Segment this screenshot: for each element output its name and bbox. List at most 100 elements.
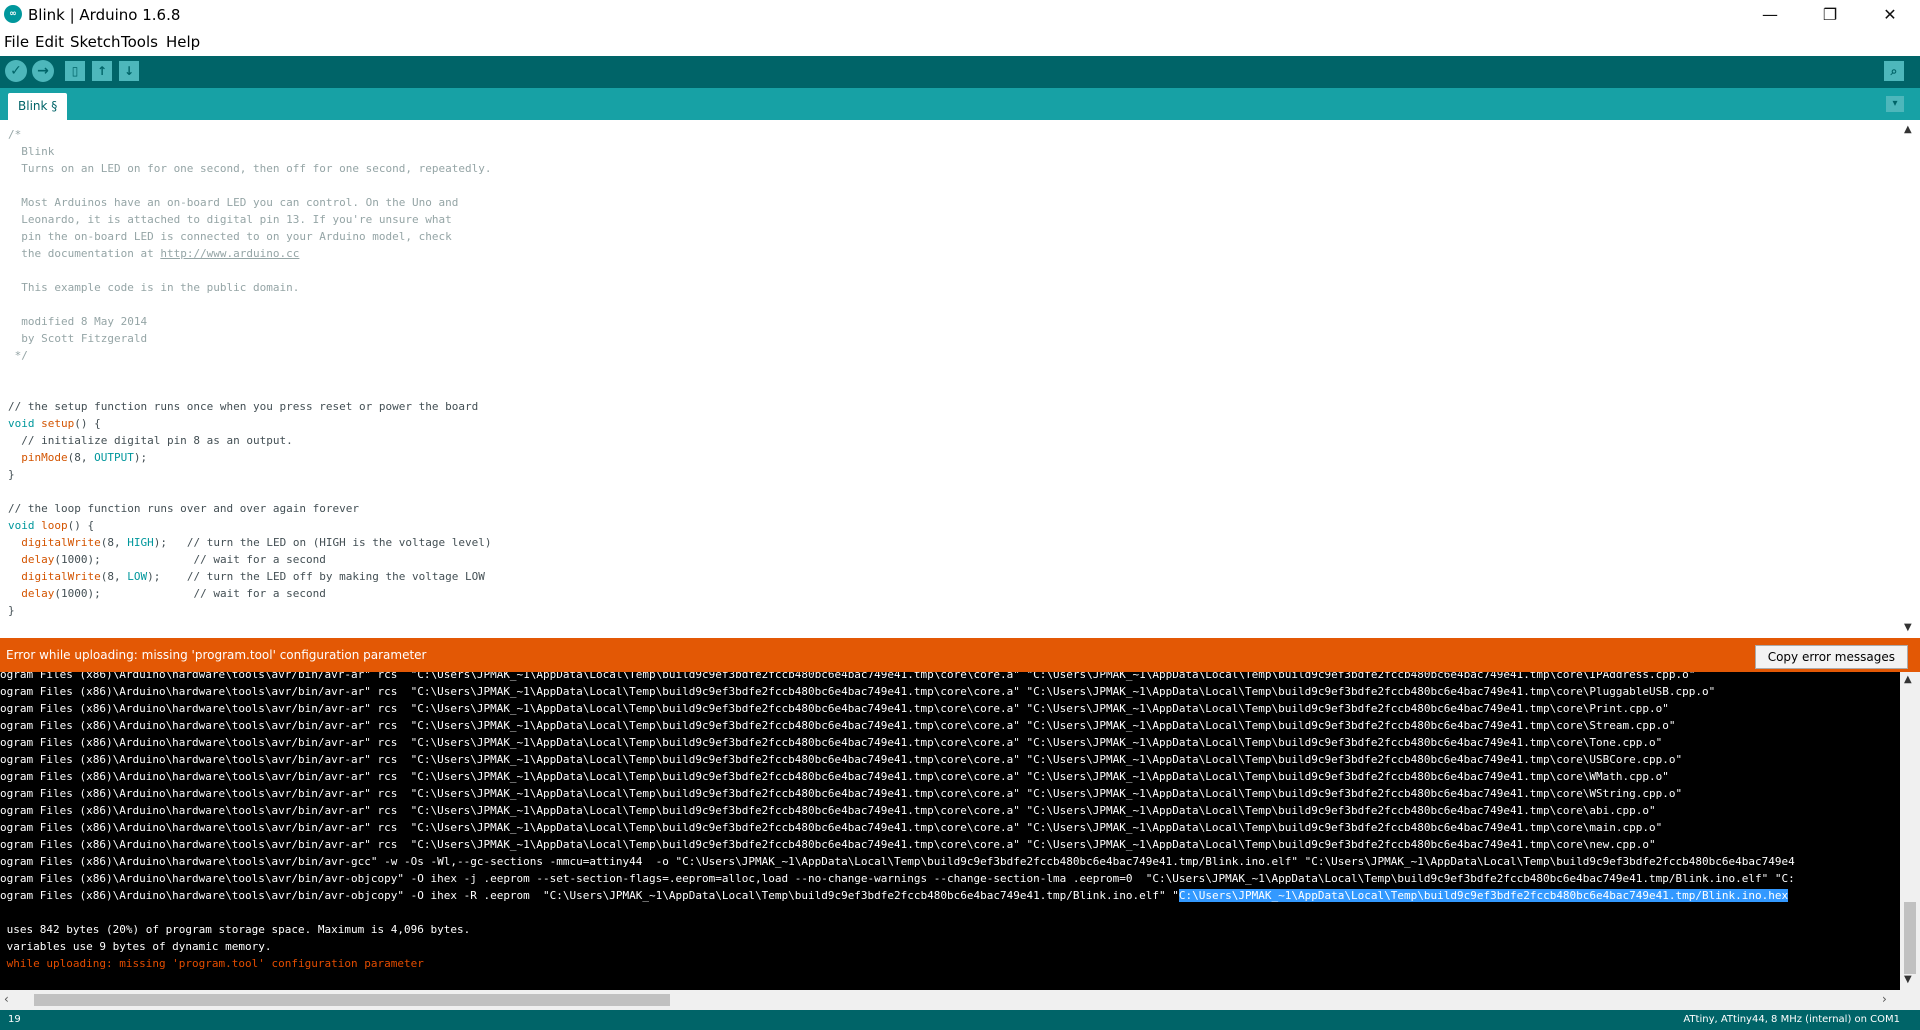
error-bar: Error while uploading: missing 'program.…: [0, 638, 1920, 672]
board-info: ATtiny, ATtiny44, 8 MHz (internal) on CO…: [1683, 1014, 1900, 1025]
menu-file[interactable]: File: [4, 33, 29, 51]
code-token: setup: [41, 417, 75, 430]
console-text: ogram Files (x86)\Arduino\hardware\tools…: [0, 770, 1669, 783]
console-line: ogram Files (x86)\Arduino\hardware\tools…: [0, 751, 1682, 768]
tab-menu-icon[interactable]: ▾: [1886, 96, 1904, 112]
code-token: void: [8, 519, 35, 532]
code-text: Most Arduinos have an on-board LED you c…: [8, 196, 459, 209]
code-token: delay: [21, 553, 55, 566]
console-line: ogram Files (x86)\Arduino\hardware\tools…: [0, 785, 1682, 802]
menu-help[interactable]: Help: [166, 33, 200, 51]
code-text: Leonardo, it is attached to digital pin …: [8, 213, 452, 226]
menu-sketch[interactable]: Sketch: [70, 33, 121, 51]
code-token: );: [153, 536, 187, 549]
code-line: */: [8, 347, 28, 364]
arduino-logo-icon: ∞: [4, 5, 22, 23]
maximize-button[interactable]: ❐: [1800, 0, 1860, 30]
console-line: uses 842 bytes (20%) of program storage …: [0, 921, 471, 938]
code-token: delay: [21, 587, 55, 600]
console-line: ogram Files (x86)\Arduino\hardware\tools…: [0, 836, 1656, 853]
horizontal-scroll-thumb[interactable]: [34, 994, 670, 1006]
console-line: ogram Files (x86)\Arduino\hardware\tools…: [0, 734, 1662, 751]
code-link[interactable]: http://www.arduino.cc: [160, 247, 299, 260]
close-button[interactable]: ✕: [1860, 0, 1920, 30]
code-text: This example code is in the public domai…: [8, 281, 300, 294]
code-line: }: [8, 466, 15, 483]
tab-blink[interactable]: Blink §: [8, 93, 68, 120]
editor-scrollbar[interactable]: ▲ ▼: [1900, 120, 1920, 638]
scroll-right-icon[interactable]: ›: [1882, 992, 1887, 1006]
code-line: digitalWrite(8, LOW); // turn the LED of…: [8, 568, 485, 585]
console-line: ogram Files (x86)\Arduino\hardware\tools…: [0, 768, 1669, 785]
code-token: () {: [67, 519, 95, 532]
console-scroll-thumb[interactable]: [1904, 902, 1916, 974]
console-text: variables use 9 bytes of dynamic memory.: [0, 940, 272, 953]
code-line: /*: [8, 126, 21, 143]
code-token: (8,: [100, 570, 128, 583]
code-token: );: [147, 570, 187, 583]
new-sketch-button[interactable]: ▯: [65, 61, 85, 81]
code-token: digitalWrite: [21, 536, 101, 549]
open-sketch-button[interactable]: ↑: [92, 61, 112, 81]
code-token: (1000);: [54, 587, 194, 600]
code-text: // the setup function runs once when you…: [8, 400, 479, 413]
console-text: while uploading: missing 'program.tool' …: [0, 957, 424, 970]
code-token: // turn the LED on (HIGH is the voltage …: [186, 536, 492, 549]
code-token: (8,: [67, 451, 95, 464]
code-text: /*: [8, 128, 22, 141]
code-token: loop: [41, 519, 68, 532]
code-token: OUTPUT: [94, 451, 134, 464]
scroll-left-icon[interactable]: ‹: [4, 992, 9, 1006]
upload-button[interactable]: →: [32, 60, 54, 82]
code-token: );: [133, 451, 148, 464]
menu-tools[interactable]: Tools: [121, 33, 158, 51]
code-text: // the loop function runs over and over …: [8, 502, 359, 515]
scroll-up-icon[interactable]: ▲: [1904, 124, 1912, 135]
menu-edit[interactable]: Edit: [35, 33, 64, 51]
console-text: uses 842 bytes (20%) of program storage …: [0, 923, 471, 936]
code-text: }: [8, 604, 15, 617]
code-editor[interactable]: /* Blink Turns on an LED on for one seco…: [0, 120, 1900, 638]
scroll-down-icon[interactable]: ▼: [1904, 622, 1912, 633]
console-text: ogram Files (x86)\Arduino\hardware\tools…: [0, 889, 1179, 902]
code-token: digitalWrite: [21, 570, 101, 583]
code-line: by Scott Fitzgerald: [8, 330, 147, 347]
console-output[interactable]: ogram Files (x86)\Arduino\hardware\tools…: [0, 672, 1900, 990]
code-line: delay(1000); // wait for a second: [8, 551, 326, 568]
console-text: ogram Files (x86)\Arduino\hardware\tools…: [0, 753, 1683, 766]
console-text: ogram Files (x86)\Arduino\hardware\tools…: [0, 672, 1696, 681]
window-title: Blink | Arduino 1.6.8: [28, 6, 181, 24]
copy-error-messages-button[interactable]: Copy error messages: [1754, 645, 1908, 669]
console-line: ogram Files (x86)\Arduino\hardware\tools…: [0, 870, 1795, 887]
code-line: Turns on an LED on for one second, then …: [8, 160, 491, 177]
verify-button[interactable]: ✓: [5, 60, 27, 82]
title-bar: ∞ Blink | Arduino 1.6.8 — ❐ ✕: [0, 0, 1920, 30]
line-number: 19: [8, 1014, 21, 1025]
minimize-button[interactable]: —: [1740, 0, 1800, 30]
console-text: ogram Files (x86)\Arduino\hardware\tools…: [0, 821, 1663, 834]
code-text: by Scott Fitzgerald: [8, 332, 148, 345]
console-line: ogram Files (x86)\Arduino\hardware\tools…: [0, 819, 1662, 836]
console-scroll-down-icon[interactable]: ▼: [1904, 974, 1912, 985]
code-token: // turn the LED off by making the voltag…: [186, 570, 485, 583]
code-token: HIGH: [127, 536, 154, 549]
console-line: variables use 9 bytes of dynamic memory.: [0, 938, 272, 955]
save-sketch-button[interactable]: ↓: [119, 61, 139, 81]
console-scroll-up-icon[interactable]: ▲: [1904, 674, 1912, 685]
serial-monitor-button[interactable]: ⌕: [1884, 61, 1904, 81]
code-text: }: [8, 468, 15, 481]
code-line: void setup() {: [8, 415, 101, 432]
console-horizontal-scrollbar[interactable]: ‹ ›: [0, 990, 1920, 1010]
console-line: ogram Files (x86)\Arduino\hardware\tools…: [0, 887, 1789, 904]
code-line: Leonardo, it is attached to digital pin …: [8, 211, 452, 228]
code-token: (1000);: [54, 553, 194, 566]
console-scrollbar[interactable]: ▲ ▼: [1900, 672, 1920, 990]
code-token: LOW: [127, 570, 148, 583]
status-bar: 19 ATtiny, ATtiny44, 8 MHz (internal) on…: [0, 1010, 1920, 1030]
console-line: ogram Files (x86)\Arduino\hardware\tools…: [0, 683, 1715, 700]
code-line: Blink: [8, 143, 54, 160]
code-text: Turns on an LED on for one second, then …: [8, 162, 492, 175]
console-line: ogram Files (x86)\Arduino\hardware\tools…: [0, 672, 1695, 683]
